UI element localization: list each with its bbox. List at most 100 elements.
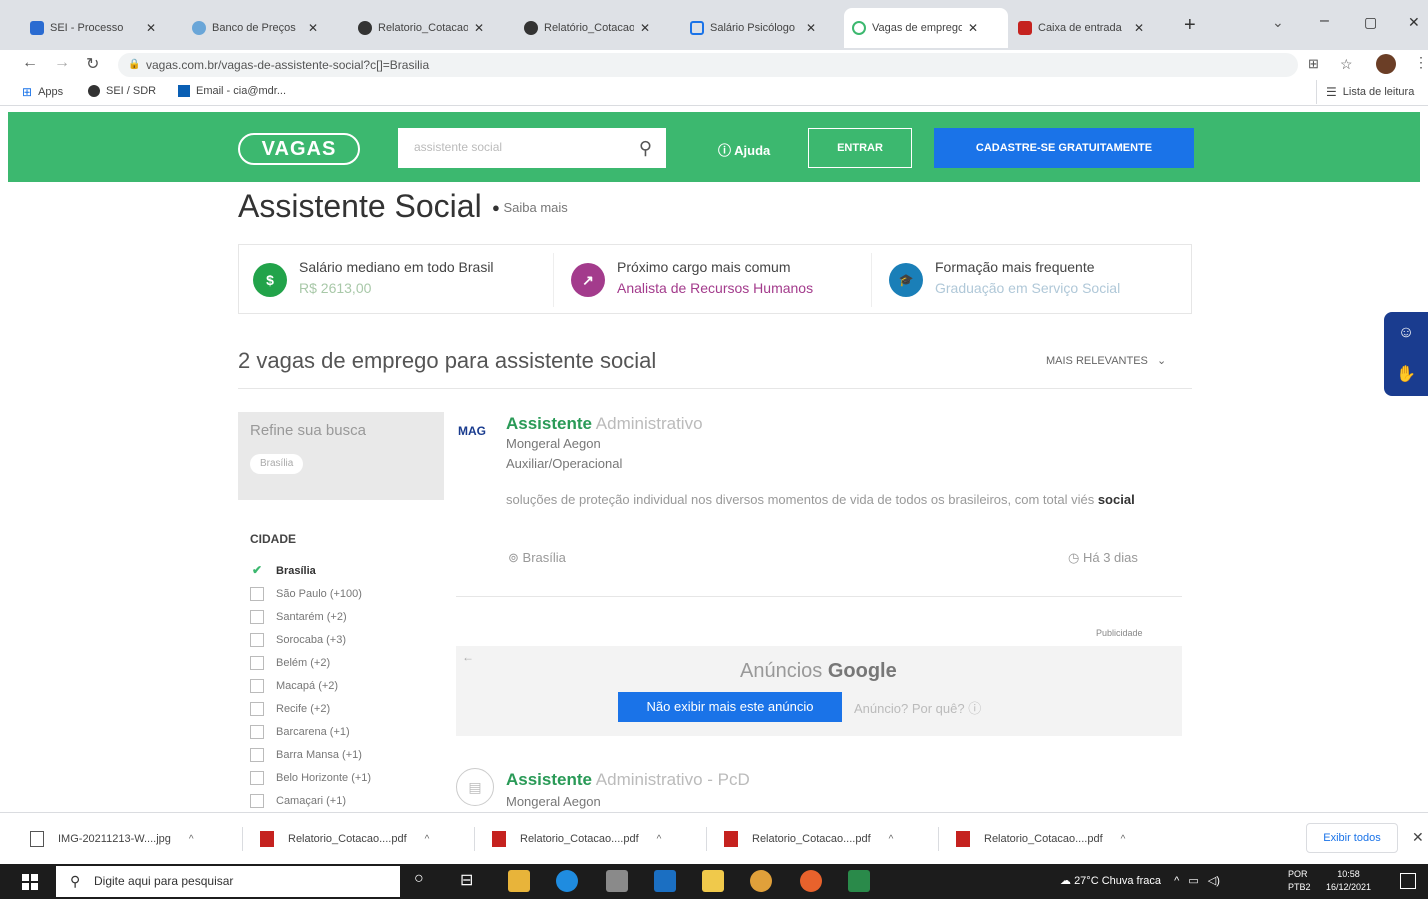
city-filter-item[interactable]: São Paulo (+100) — [250, 585, 362, 603]
tab-banco-precos[interactable]: Banco de Preços ✕ — [184, 8, 348, 48]
company-logo[interactable]: MAG — [458, 424, 486, 438]
checkbox[interactable] — [250, 794, 264, 808]
bookmark-apps[interactable]: ⊞ Apps — [22, 85, 63, 99]
city-filter-item[interactable]: Belém (+2) — [250, 654, 330, 672]
tab-relatorio-1[interactable]: Relatorio_Cotacao ✕ — [350, 8, 514, 48]
city-filter-item[interactable]: ✔ Brasília — [250, 562, 316, 580]
reading-list-button[interactable]: ☰ Lista de leitura — [1326, 85, 1414, 99]
bookmark-star-icon[interactable]: ☆ — [1340, 56, 1353, 73]
vagas-logo[interactable]: VAGAS — [238, 133, 360, 165]
sign-language-icon[interactable]: ☺ — [1384, 312, 1428, 354]
help-link[interactable]: ⓘ Ajuda — [718, 140, 770, 159]
checkbox[interactable] — [250, 610, 264, 624]
download-item[interactable]: Relatorio_Cotacao....pdf ^ — [956, 829, 1125, 849]
weather-icon[interactable]: ☁ — [1060, 875, 1071, 887]
chevron-up-icon[interactable]: ^ — [1121, 834, 1126, 845]
chevron-up-icon[interactable]: ^ — [657, 834, 662, 845]
excel-icon[interactable] — [848, 870, 870, 892]
city-filter-item[interactable]: Macapá (+2) — [250, 677, 338, 695]
weather-label[interactable]: 27°C Chuva fraca — [1074, 875, 1161, 887]
maximize-button[interactable]: ▢ — [1364, 14, 1377, 31]
city-filter-item[interactable]: Camaçari (+1) — [250, 792, 346, 810]
checkbox[interactable] — [250, 748, 264, 762]
hand-icon[interactable]: ✋ — [1384, 354, 1428, 396]
chevron-up-icon[interactable]: ^ — [189, 834, 194, 845]
taskbar-clock[interactable]: 10:58 16/12/2021 — [1326, 868, 1371, 894]
close-tab-icon[interactable]: ✕ — [806, 21, 816, 35]
language-indicator[interactable]: POR PTB2 — [1288, 868, 1311, 894]
network-icon[interactable]: ▭ — [1188, 875, 1198, 887]
chevron-up-icon[interactable]: ^ — [425, 834, 430, 845]
job-title-link[interactable]: Assistente Administrativo - PcD — [506, 770, 750, 790]
tray-chevron-icon[interactable]: ^ — [1174, 875, 1179, 887]
tab-vagas-emprego[interactable]: Vagas de emprego ✕ — [844, 8, 1008, 48]
new-tab-button[interactable]: + — [1184, 14, 1196, 37]
store-icon[interactable] — [606, 870, 628, 892]
mail-icon[interactable] — [654, 870, 676, 892]
notification-center-icon[interactable] — [1400, 873, 1416, 889]
close-tab-icon[interactable]: ✕ — [308, 21, 318, 35]
download-item[interactable]: Relatorio_Cotacao....pdf ^ — [260, 829, 429, 849]
edge-icon[interactable] — [556, 870, 578, 892]
ad-back-arrow-icon[interactable]: ← — [462, 650, 474, 664]
bookmark-email[interactable]: Email - cia@mdr... — [178, 85, 286, 97]
checkbox[interactable] — [250, 702, 264, 716]
city-filter-item[interactable]: Santarém (+2) — [250, 608, 347, 626]
tab-sei-processo[interactable]: SEI - Processo ✕ — [22, 8, 182, 48]
chrome-icon[interactable] — [750, 870, 772, 892]
taskbar-search-input[interactable]: ⚲ Digite aqui para pesquisar — [56, 866, 400, 897]
download-item[interactable]: IMG-20211213-W....jpg ^ — [30, 829, 194, 849]
close-tab-icon[interactable]: ✕ — [146, 21, 156, 35]
tab-salario-psicologo[interactable]: Salário Psicólogo ✕ — [682, 8, 842, 48]
tab-relatorio-2[interactable]: Relatório_Cotacao ✕ — [516, 8, 680, 48]
city-filter-item[interactable]: Belo Horizonte (+1) — [250, 769, 371, 787]
city-filter-item[interactable]: Barcarena (+1) — [250, 723, 350, 741]
saiba-mais-link[interactable]: ● Saiba mais — [492, 200, 568, 215]
job-title-link[interactable]: Assistente Administrativo — [506, 414, 703, 434]
login-button[interactable]: ENTRAR — [808, 128, 912, 168]
checkbox[interactable] — [250, 633, 264, 647]
checkbox[interactable] — [250, 771, 264, 785]
checkbox[interactable] — [250, 725, 264, 739]
close-shelf-icon[interactable]: ✕ — [1412, 829, 1424, 846]
sort-dropdown[interactable]: MAIS RELEVANTES ⌄ — [1046, 354, 1166, 367]
menu-kebab-icon[interactable]: ⋮ — [1414, 54, 1428, 71]
city-filter-item[interactable]: Barra Mansa (+1) — [250, 746, 362, 764]
sticky-notes-icon[interactable] — [702, 870, 724, 892]
install-app-icon[interactable]: ⊞ — [1308, 56, 1319, 72]
close-tab-icon[interactable]: ✕ — [1134, 21, 1144, 35]
city-filter-item[interactable]: Sorocaba (+3) — [250, 631, 346, 649]
checkbox[interactable] — [250, 587, 264, 601]
cortana-icon[interactable]: ○ — [414, 870, 424, 888]
city-filter-item[interactable]: Recife (+2) — [250, 700, 330, 718]
search-icon[interactable]: ⚲ — [639, 138, 652, 159]
show-all-downloads-button[interactable]: Exibir todos — [1306, 823, 1398, 853]
checkbox[interactable] — [250, 656, 264, 670]
job-search-input[interactable]: assistente social ⚲ — [398, 128, 666, 168]
why-ad-link[interactable]: Anúncio? Por quê? ⓘ — [854, 698, 981, 717]
tab-caixa-entrada[interactable]: Caixa de entrada ✕ — [1010, 8, 1174, 48]
company-logo-placeholder-icon[interactable]: ▤ — [456, 768, 494, 806]
checkbox[interactable] — [250, 679, 264, 693]
download-item[interactable]: Relatorio_Cotacao....pdf ^ — [492, 829, 661, 849]
url-input[interactable]: 🔒 vagas.com.br/vagas-de-assistente-socia… — [118, 53, 1298, 77]
profile-avatar[interactable] — [1376, 54, 1396, 74]
firefox-icon[interactable] — [800, 870, 822, 892]
volume-icon[interactable]: ◁) — [1208, 875, 1220, 887]
download-item[interactable]: Relatorio_Cotacao....pdf ^ — [724, 829, 893, 849]
close-tab-icon[interactable]: ✕ — [968, 21, 978, 35]
close-tab-icon[interactable]: ✕ — [640, 21, 650, 35]
chevron-up-icon[interactable]: ^ — [889, 834, 894, 845]
task-view-icon[interactable]: ⊟ — [460, 870, 473, 890]
back-arrow-icon[interactable]: ← — [22, 54, 38, 72]
checkmark-icon[interactable]: ✔ — [250, 564, 264, 578]
minimize-button[interactable]: – — [1320, 12, 1329, 30]
signup-button[interactable]: CADASTRE-SE GRATUITAMENTE — [934, 128, 1194, 168]
active-filter-chip[interactable]: Brasília — [250, 454, 304, 474]
stop-ad-button[interactable]: Não exibir mais este anúncio — [618, 692, 842, 722]
close-tab-icon[interactable]: ✕ — [474, 21, 484, 35]
tab-search-chevron-icon[interactable]: ⌄ — [1272, 14, 1284, 31]
bookmark-sei-sdr[interactable]: SEI / SDR — [88, 85, 156, 97]
file-explorer-icon[interactable] — [508, 870, 530, 892]
windows-start-icon[interactable] — [22, 874, 38, 890]
